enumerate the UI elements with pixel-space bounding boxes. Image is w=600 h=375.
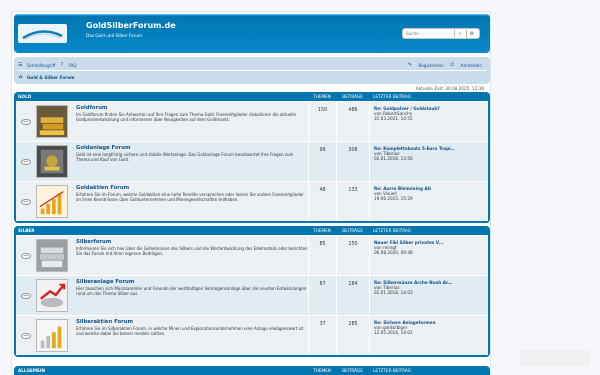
question-icon: ? <box>60 61 64 68</box>
site-header: GoldSilberForum.de Das Gold und Silber F… <box>14 14 490 53</box>
col-last-header: LETZTER BEITRAG <box>373 228 411 233</box>
search-icon[interactable]: ⌕ <box>454 29 465 38</box>
forum-read-icon: ▬▬ <box>21 158 31 165</box>
section-title[interactable]: GOLD <box>16 94 308 99</box>
menu-icon: ☰ <box>18 61 23 68</box>
col-posts-header: BEITRÄGE <box>342 94 363 99</box>
section-title[interactable]: SILBER <box>16 228 308 233</box>
site-logo[interactable] <box>18 24 67 43</box>
home-icon: ⌂ <box>18 73 23 80</box>
nav-divider <box>18 70 486 71</box>
topic-count: 37 <box>308 316 336 355</box>
faq-link[interactable]: FAQ <box>68 63 76 68</box>
site-title[interactable]: GoldSilberForum.de <box>86 21 176 30</box>
post-count: 250 <box>336 236 369 275</box>
forum-description: Erfahren Sie im Silberaktien Forum, in w… <box>76 326 304 336</box>
silver-chart-image[interactable] <box>36 319 68 352</box>
section-gold: GOLD THEMEN BEITRÄGE LETZTER BEITRAG ▬▬ … <box>14 92 490 223</box>
pencil-icon: ✎ <box>407 61 413 68</box>
quicklinks-link[interactable]: Schnellzugriff <box>27 63 55 68</box>
topic-count: 150 <box>308 102 336 141</box>
safe-image[interactable] <box>36 145 68 178</box>
gear-icon[interactable]: ⚙ <box>466 29 477 38</box>
gold-bars-image[interactable] <box>36 105 68 138</box>
post-count: 133 <box>336 182 369 221</box>
forum-read-icon: ▬▬ <box>21 252 31 259</box>
forum-row: ▬▬ Silberaktien Forum Erfahren Sie im Si… <box>16 315 488 355</box>
forum-title[interactable]: Goldanlage Forum <box>76 145 308 151</box>
forum-description: Hier tauschen sich Münzsammler und Freun… <box>76 286 307 296</box>
forum-description: Im Goldforum finden Sie Antworten auf Ih… <box>76 112 296 122</box>
forum-row: ▬▬ Goldanlage Forum Gold ist eine langfr… <box>16 141 488 181</box>
gold-chart-image[interactable] <box>36 185 68 218</box>
forum-read-icon: ▬▬ <box>21 332 31 339</box>
power-icon: ⏻ <box>450 61 455 68</box>
last-post-date: 31.03.2021, 14:55 <box>374 116 413 121</box>
forum-description: Gold ist eine langfristig sichere und st… <box>76 152 294 162</box>
floating-panel <box>520 350 590 366</box>
post-count: 308 <box>336 142 369 181</box>
forum-row: ▬▬ Goldforum Im Goldforum finden Sie Ant… <box>16 101 488 141</box>
register-link[interactable]: Registrieren <box>419 63 444 68</box>
page-wrapper: GoldSilberForum.de Das Gold und Silber F… <box>11 11 491 375</box>
col-last-header: LETZTER BEITRAG <box>373 368 411 373</box>
search-box: ⌕ ⚙ <box>402 28 480 39</box>
col-topics-header: THEMEN <box>313 368 331 373</box>
forum-description: Informieren Sie sich hier über die Gehei… <box>76 246 308 256</box>
forum-title[interactable]: Goldforum <box>76 105 308 111</box>
login-link[interactable]: Anmelden <box>461 63 482 68</box>
forum-title[interactable]: Silberaktien Forum <box>76 319 308 325</box>
col-topics-header: THEMEN <box>313 94 331 99</box>
silver-arrow-image[interactable] <box>36 279 68 312</box>
col-last-header: LETZTER BEITRAG <box>373 94 411 99</box>
forum-row: ▬▬ Goldaktien Forum Erfahren Sie im Foru… <box>16 181 488 221</box>
forum-read-icon: ▬▬ <box>21 118 31 125</box>
col-posts-header: BEITRÄGE <box>342 368 363 373</box>
forum-read-icon: ▬▬ <box>21 292 31 299</box>
silver-bars-image[interactable] <box>36 239 68 272</box>
topic-count: 99 <box>308 142 336 181</box>
post-count: 184 <box>336 276 369 315</box>
forum-read-icon: ▬▬ <box>21 198 31 205</box>
section-allgemein: ALLGEMEIN THEMEN BEITRÄGE LETZTER BEITRA… <box>14 366 490 375</box>
col-topics-header: THEMEN <box>313 228 331 233</box>
col-posts-header: BEITRÄGE <box>342 228 363 233</box>
post-count: 285 <box>336 316 369 355</box>
search-input[interactable] <box>403 31 453 36</box>
topic-count: 48 <box>308 182 336 221</box>
forum-description: Erfahren Sie im Forum, welche Goldaktien… <box>76 192 304 202</box>
topic-count: 67 <box>308 276 336 315</box>
site-description: Das Gold und Silber Forum <box>86 33 143 38</box>
forum-title[interactable]: Goldaktien Forum <box>76 185 308 191</box>
forum-title[interactable]: Silberforum <box>76 239 308 245</box>
last-post-date: 19.06.2015, 15:29 <box>374 196 413 201</box>
post-count: 486 <box>336 102 369 141</box>
current-time: Aktuelle Zeit: 30.08.2025, 12:36 <box>415 86 484 91</box>
last-post-date: 12.05.2014, 14:02 <box>374 330 413 335</box>
last-post-date: 06.08.2020, 09:48 <box>374 250 413 255</box>
section-silber: SILBER THEMEN BEITRÄGE LETZTER BEITRAG ▬… <box>14 226 490 357</box>
section-title[interactable]: ALLGEMEIN <box>16 368 308 373</box>
nav-bar: ☰ Schnellzugriff ? FAQ ✎ Registrieren ⏻ … <box>14 57 490 84</box>
last-post-date: 02.01.2018, 13:56 <box>374 156 413 161</box>
forum-row: ▬▬ Silberforum Informieren Sie sich hier… <box>16 235 488 275</box>
topic-count: 85 <box>308 236 336 275</box>
breadcrumb[interactable]: Gold & Silber Forum <box>27 75 75 80</box>
last-post-date: 02.01.2018, 14:03 <box>374 290 413 295</box>
forum-title[interactable]: Silberanlage Forum <box>76 279 308 285</box>
forum-row: ▬▬ Silberanlage Forum Hier tauschen sich… <box>16 275 488 315</box>
